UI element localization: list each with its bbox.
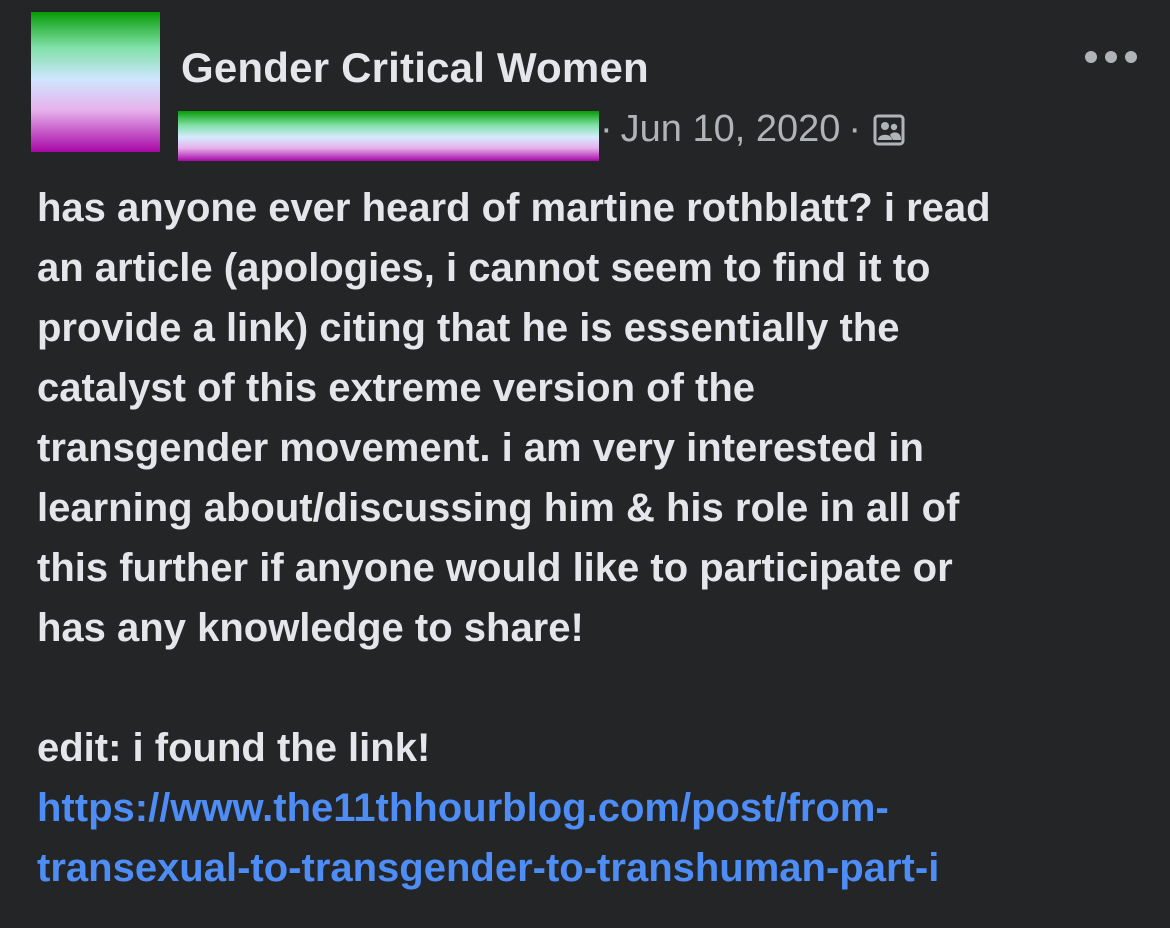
more-horizontal-icon [1085, 51, 1097, 63]
article-link-line-2[interactable]: transexual-to-transgender-to-transhuman-… [37, 838, 1152, 898]
post-meta-text: · Jun 10, 2020 · [600, 108, 905, 151]
post-text-line-2: an article (apologies, i cannot seem to … [37, 246, 931, 290]
redacted-author-name [178, 111, 599, 161]
post-text-line-8: has any knowledge to share! [37, 606, 584, 650]
post-meta: · Jun 10, 2020 · [178, 106, 978, 162]
group-name[interactable]: Gender Critical Women [181, 44, 649, 92]
meta-separator-1: · [600, 108, 613, 150]
post-text-line-3: provide a link) citing that he is essent… [37, 306, 900, 350]
more-horizontal-icon-dot-3 [1125, 51, 1137, 63]
more-horizontal-icon-dot-2 [1105, 51, 1117, 63]
post-text-line-1: has anyone ever heard of martine rothbla… [37, 186, 991, 230]
post-card: Gender Critical Women · Jun 10, 2020 · h… [0, 0, 1170, 928]
members-icon[interactable] [873, 114, 905, 146]
post-text-line-4: catalyst of this extreme version of the [37, 366, 756, 410]
edit-note: edit: i found the link! [37, 726, 431, 770]
more-options-button[interactable] [1083, 40, 1139, 74]
article-link-line-1[interactable]: https://www.the11thhourblog.com/post/fro… [37, 778, 1152, 838]
post-text-line-5: transgender movement. i am very interest… [37, 426, 924, 470]
post-text-line-6: learning about/discussing him & his role… [37, 486, 960, 530]
meta-separator-2: · [848, 108, 862, 150]
post-date[interactable]: Jun 10, 2020 [621, 108, 841, 151]
group-avatar[interactable] [31, 12, 160, 152]
post-text-line-7: this further if anyone would like to par… [37, 546, 953, 590]
post-body: has anyone ever heard of martine rothbla… [37, 178, 1152, 898]
